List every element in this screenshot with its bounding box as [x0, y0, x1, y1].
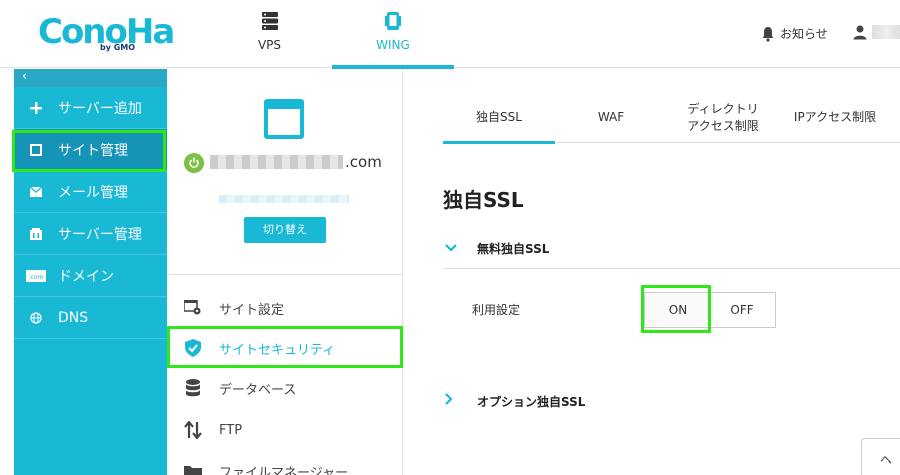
- domain-suffix: .com: [345, 153, 382, 171]
- nav-label-wing: WING: [376, 38, 410, 52]
- server-icon: [261, 12, 278, 30]
- page-title: 独自SSL: [443, 188, 524, 212]
- sidebar-item-label: サーバー管理: [58, 226, 142, 243]
- sidebar-item-label: メール管理: [58, 184, 128, 201]
- notice-link[interactable]: お知らせ: [760, 25, 828, 42]
- section-option-ssl[interactable]: オプション独自SSL: [443, 381, 900, 421]
- sidebar-item-dns[interactable]: DNS: [14, 297, 167, 339]
- bell-icon: [762, 26, 774, 42]
- conoha-logo[interactable]: ConoHa by GMO: [38, 12, 175, 56]
- tab-own-ssl[interactable]: 独自SSL: [443, 92, 555, 144]
- site-domain: .com: [210, 153, 382, 171]
- transfer-arrows-icon: [167, 421, 219, 439]
- help-button[interactable]: ヘ: [861, 438, 900, 475]
- section-label: 無料独自SSL: [477, 242, 550, 256]
- sidebar-item-add-server[interactable]: サーバー追加: [14, 87, 167, 129]
- menu-label: データベース: [219, 382, 297, 398]
- tab-waf[interactable]: WAF: [555, 92, 667, 143]
- nav-tab-vps[interactable]: VPS: [222, 0, 317, 68]
- highlight-box-site-security: [167, 326, 403, 368]
- tab-ip-access[interactable]: IPアクセス制限: [779, 92, 891, 143]
- chevron-down-icon: [443, 241, 477, 256]
- highlight-box-on-button: [641, 285, 711, 333]
- globe-icon: [14, 311, 58, 324]
- menu-label: ファイルマネージャー: [219, 465, 349, 475]
- nav-label-vps: VPS: [257, 38, 282, 52]
- svg-text:.com: .com: [29, 274, 44, 281]
- notice-label: お知らせ: [780, 27, 828, 41]
- mail-icon: [14, 186, 58, 197]
- phone-icon: [385, 12, 401, 30]
- database-icon: [167, 379, 219, 397]
- folder-icon: [167, 464, 219, 475]
- nav-tab-wing[interactable]: WING: [332, 0, 454, 69]
- sidebar-item-server-management[interactable]: サーバー管理: [14, 213, 167, 255]
- sidebar-collapse-button[interactable]: ‹: [14, 69, 167, 87]
- sidebar-item-label: サーバー追加: [58, 100, 142, 117]
- website-icon: [264, 99, 304, 139]
- sidebar-item-mail[interactable]: メール管理: [14, 171, 167, 213]
- menu-file-manager[interactable]: ファイルマネージャー: [167, 451, 403, 475]
- divider: [167, 274, 403, 275]
- tab-label-line2: アクセス制限: [687, 118, 759, 133]
- tab-label-line1: ディレクトリ: [687, 101, 759, 116]
- domain-icon: .com: [14, 269, 58, 282]
- top-header: ConoHa by GMO VPS WING お知らせ: [0, 0, 900, 69]
- site-panel: .com 切り替え サイト設定 サイトセキュリティ データベース FTP ファイ…: [167, 69, 403, 475]
- user-name-redacted: [872, 25, 900, 39]
- tab-directory-access[interactable]: ディレクトリ アクセス制限: [667, 92, 779, 143]
- user-menu[interactable]: [852, 24, 900, 40]
- sidebar-item-label: ドメイン: [58, 268, 114, 285]
- menu-label: FTP: [219, 422, 243, 438]
- section-free-ssl[interactable]: 無料独自SSL: [443, 229, 900, 269]
- section-label: オプション独自SSL: [477, 394, 586, 409]
- ssl-off-button[interactable]: OFF: [708, 292, 776, 328]
- plus-icon: [14, 101, 58, 114]
- tab-label: WAF: [597, 110, 625, 124]
- domain-redacted: [210, 155, 343, 169]
- tab-label: IPアクセス制限: [793, 110, 877, 124]
- switch-site-button[interactable]: 切り替え: [244, 217, 326, 243]
- ssl-tabs: 独自SSL WAF ディレクトリ アクセス制限 IPアクセス制限: [443, 92, 900, 144]
- tab-label: 独自SSL: [476, 110, 522, 124]
- server-manage-icon: [14, 227, 58, 240]
- sidebar-item-label: DNS: [58, 309, 89, 326]
- setting-label: 利用設定: [472, 303, 521, 317]
- highlight-box-site-management: [12, 130, 166, 172]
- menu-database[interactable]: データベース: [167, 368, 403, 408]
- sidebar-item-domain[interactable]: .com ドメイン: [14, 255, 167, 297]
- site-subtext-redacted: [219, 195, 349, 203]
- menu-ftp[interactable]: FTP: [167, 410, 403, 450]
- power-icon: [184, 153, 204, 173]
- menu-site-settings[interactable]: サイト設定: [167, 288, 403, 328]
- chevron-right-icon: [443, 393, 477, 409]
- user-icon: [853, 25, 867, 40]
- logo-sub: by GMO: [100, 43, 136, 52]
- site-settings-icon: [167, 300, 219, 316]
- menu-label: サイト設定: [219, 302, 285, 318]
